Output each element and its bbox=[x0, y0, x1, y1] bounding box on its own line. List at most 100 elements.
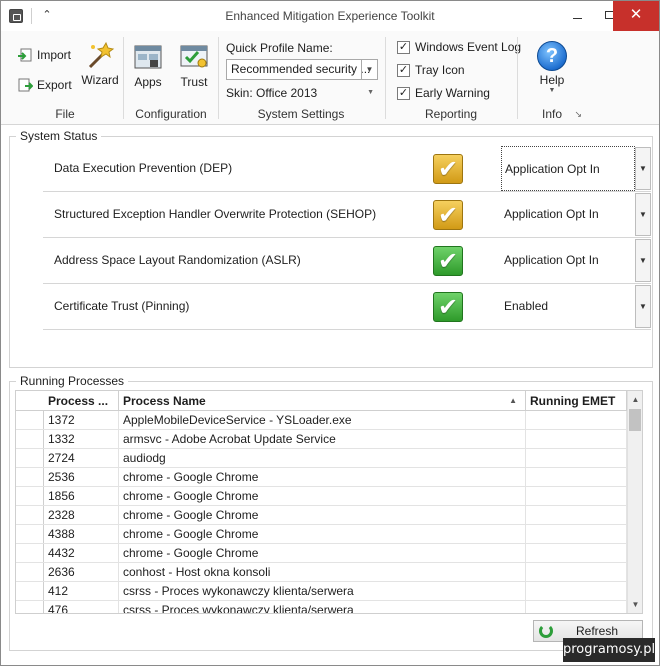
ribbon-separator bbox=[123, 37, 124, 119]
dep-setting-select[interactable]: Application Opt In bbox=[501, 146, 635, 191]
apps-window-icon bbox=[134, 45, 162, 69]
aslr-setting-value: Application Opt In bbox=[504, 253, 599, 267]
quick-access-separator bbox=[31, 8, 32, 24]
import-label: Import bbox=[37, 48, 72, 62]
process-id-cell: 2328 bbox=[44, 506, 119, 525]
status-row-certificate-trust: Certificate Trust (Pinning) Enabled ▼ bbox=[43, 284, 651, 330]
scroll-down-icon[interactable]: ▼ bbox=[628, 596, 642, 613]
column-header-process-name[interactable]: Process Name ▲ bbox=[119, 391, 526, 411]
minimize-button[interactable] bbox=[561, 1, 593, 31]
table-row[interactable]: 2724 audiodg bbox=[16, 449, 627, 468]
process-name-cell: csrss - Proces wykonawczy klienta/serwer… bbox=[119, 601, 526, 613]
chevron-down-icon[interactable]: ▼ bbox=[635, 239, 651, 282]
dep-setting-value: Application Opt In bbox=[505, 162, 600, 176]
process-id-cell: 476 bbox=[44, 601, 119, 613]
apps-button[interactable]: Apps bbox=[125, 37, 171, 97]
process-id-cell: 4432 bbox=[44, 544, 119, 563]
title-bar: ⌃ Enhanced Mitigation Experience Toolkit… bbox=[1, 1, 659, 31]
table-row[interactable]: 1856 chrome - Google Chrome bbox=[16, 487, 627, 506]
minimize-icon bbox=[572, 18, 582, 19]
close-button[interactable]: ✕ bbox=[613, 1, 659, 31]
trust-button[interactable]: Trust bbox=[171, 37, 217, 97]
running-emet-cell bbox=[526, 449, 627, 468]
refresh-label: Refresh bbox=[575, 624, 619, 638]
import-icon bbox=[18, 48, 32, 62]
refresh-icon bbox=[539, 624, 553, 638]
column-header-running-emet[interactable]: Running EMET bbox=[526, 391, 627, 411]
table-row[interactable]: 1332 armsvc - Adobe Acrobat Update Servic… bbox=[16, 430, 627, 449]
process-id-cell: 1332 bbox=[44, 430, 119, 449]
status-check-icon bbox=[433, 200, 463, 231]
process-name-cell: chrome - Google Chrome bbox=[119, 525, 526, 544]
ribbon-group-configuration: Apps Trust Configuration bbox=[125, 35, 217, 123]
table-row[interactable]: 412 csrss - Proces wykonawczy klienta/ser… bbox=[16, 582, 627, 601]
ribbon: Import Export Wizard File Apps Trust Con… bbox=[1, 31, 659, 125]
system-settings-group-label: System Settings bbox=[257, 107, 345, 121]
aslr-setting-select[interactable]: Application Opt In bbox=[501, 238, 635, 283]
status-row-sehop: Structured Exception Handler Overwrite P… bbox=[43, 192, 651, 238]
running-emet-cell bbox=[526, 601, 627, 613]
certificate-trust-setting-select[interactable]: Enabled bbox=[501, 284, 635, 329]
main-window: ⌃ Enhanced Mitigation Experience Toolkit… bbox=[0, 0, 660, 666]
ribbon-group-reporting: Reporting bbox=[386, 35, 516, 123]
dialog-launcher-icon[interactable]: ↘ bbox=[574, 109, 582, 120]
scroll-thumb[interactable] bbox=[629, 409, 641, 431]
table-row[interactable]: 4432 chrome - Google Chrome bbox=[16, 544, 627, 563]
chevron-down-icon[interactable]: ▼ bbox=[635, 193, 651, 236]
help-question-icon: ? bbox=[537, 41, 567, 71]
processes-grid: Process ... Process Name ▲ Running EMET … bbox=[15, 390, 643, 614]
vertical-scrollbar[interactable]: ▲ ▼ bbox=[627, 391, 642, 613]
chevron-down-icon[interactable]: ▼ bbox=[635, 285, 651, 328]
certificate-trust-setting-value: Enabled bbox=[504, 299, 549, 313]
running-emet-cell bbox=[526, 525, 627, 544]
process-id-cell: 1372 bbox=[44, 411, 119, 430]
file-group-label: File bbox=[55, 107, 75, 121]
help-label: Help bbox=[539, 73, 565, 87]
process-name-cell: conhost - Host okna konsoli bbox=[119, 563, 526, 582]
app-lock-icon[interactable] bbox=[9, 9, 23, 23]
chevron-down-icon[interactable]: ▼ bbox=[635, 147, 651, 190]
running-emet-cell bbox=[526, 430, 627, 449]
wizard-button[interactable]: Wizard bbox=[77, 35, 123, 95]
scroll-up-icon[interactable]: ▲ bbox=[628, 391, 642, 408]
status-row-dep: Data Execution Prevention (DEP) Applicat… bbox=[43, 146, 651, 192]
import-button[interactable]: Import bbox=[15, 44, 71, 66]
status-check-icon bbox=[433, 246, 463, 277]
table-row[interactable]: 1372 AppleMobileDeviceService - YSLoader.… bbox=[16, 411, 627, 430]
table-row[interactable]: 4388 chrome - Google Chrome bbox=[16, 525, 627, 544]
trust-certificate-icon bbox=[180, 45, 208, 68]
running-emet-cell bbox=[526, 582, 627, 601]
reporting-group-label: Reporting bbox=[424, 107, 478, 121]
collapse-ribbon-chevron-up-icon[interactable]: ⌃ bbox=[39, 7, 55, 23]
dep-label: Data Execution Prevention (DEP) bbox=[54, 161, 233, 175]
wizard-label: Wizard bbox=[81, 73, 119, 87]
certificate-trust-label: Certificate Trust (Pinning) bbox=[54, 299, 190, 313]
running-emet-cell bbox=[526, 563, 627, 582]
table-row[interactable]: 2536 chrome - Google Chrome bbox=[16, 468, 627, 487]
system-status-legend: System Status bbox=[16, 129, 102, 143]
process-name-cell: csrss - Proces wykonawczy klienta/serwer… bbox=[119, 582, 526, 601]
apps-label: Apps bbox=[134, 75, 162, 89]
column-header-process-id[interactable]: Process ... bbox=[44, 391, 119, 411]
ribbon-group-info: ? Help ▼ Info ↘ bbox=[518, 35, 586, 123]
wizard-wand-icon bbox=[88, 41, 115, 69]
aslr-label: Address Space Layout Randomization (ASLR… bbox=[54, 253, 301, 267]
watermark: programosy.pl bbox=[563, 638, 655, 662]
ribbon-group-system-settings: System Settings bbox=[219, 35, 383, 123]
table-row[interactable]: 2636 conhost - Host okna konsoli bbox=[16, 563, 627, 582]
help-button[interactable]: ? Help ▼ bbox=[528, 37, 576, 97]
process-id-cell: 2724 bbox=[44, 449, 119, 468]
running-emet-cell bbox=[526, 487, 627, 506]
sehop-label: Structured Exception Handler Overwrite P… bbox=[54, 207, 377, 221]
sehop-setting-select[interactable]: Application Opt In bbox=[501, 192, 635, 237]
table-row[interactable]: 476 csrss - Proces wykonawczy klienta/ser… bbox=[16, 601, 627, 613]
process-name-cell: chrome - Google Chrome bbox=[119, 544, 526, 563]
table-row[interactable]: 2328 chrome - Google Chrome bbox=[16, 506, 627, 525]
process-id-cell: 1856 bbox=[44, 487, 119, 506]
window-title: Enhanced Mitigation Experience Toolkit bbox=[225, 9, 435, 23]
running-emet-cell bbox=[526, 468, 627, 487]
running-emet-cell bbox=[526, 544, 627, 563]
export-button[interactable]: Export bbox=[15, 74, 72, 96]
process-id-cell: 4388 bbox=[44, 525, 119, 544]
process-id-cell: 2536 bbox=[44, 468, 119, 487]
